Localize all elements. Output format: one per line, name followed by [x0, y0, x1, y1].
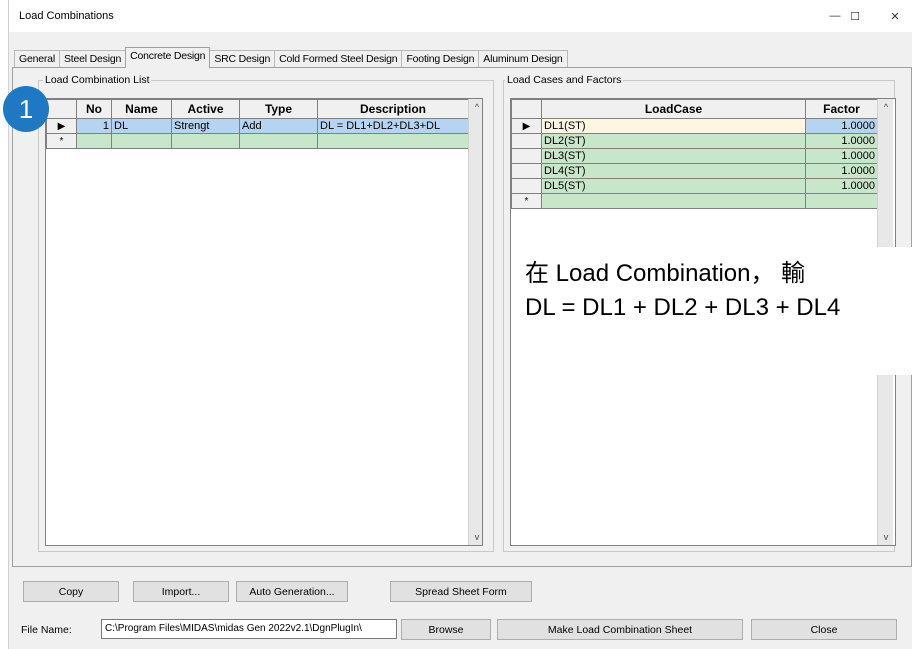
row-marker[interactable] [511, 148, 542, 164]
window-title: Load Combinations [19, 10, 114, 22]
row-marker-icon[interactable]: ▶ [46, 118, 77, 134]
cell-factor[interactable]: 1.0000 [805, 148, 878, 164]
load-cases-group-label: Load Cases and Factors [505, 74, 624, 86]
new-row[interactable]: * [511, 193, 878, 209]
maximize-icon[interactable]: ☐ [835, 4, 875, 28]
instruction-line-1: 在 Load Combination， 輸 [525, 260, 806, 287]
combination-header-row: No Name Active Type Description [46, 99, 469, 119]
combination-table: No Name Active Type Description ▶ 1 DL S… [46, 99, 469, 149]
design-tabs: General Steel Design Concrete Design SRC… [14, 46, 568, 68]
column-header-factor[interactable]: Factor [805, 99, 878, 119]
scroll-up-icon[interactable]: ^ [878, 99, 894, 115]
spread-sheet-form-button[interactable]: Spread Sheet Form [390, 581, 532, 602]
new-row[interactable]: * [46, 133, 469, 149]
cell-active[interactable]: Strengt [171, 118, 240, 134]
cell-no[interactable]: 1 [76, 118, 112, 134]
row-marker[interactable] [511, 178, 542, 194]
load-cases-table: LoadCase Factor ▶ DL1(ST) 1.0000 DL2(ST)… [511, 99, 878, 209]
step-badge: 1 [3, 86, 49, 132]
new-cell-name[interactable] [111, 133, 172, 149]
column-header-active[interactable]: Active [171, 99, 240, 119]
column-header-description[interactable]: Description [317, 99, 469, 119]
combination-grid[interactable]: No Name Active Type Description ▶ 1 DL S… [45, 98, 483, 546]
cell-loadcase[interactable]: DL5(ST) [541, 178, 806, 194]
close-icon[interactable]: ✕ [875, 4, 912, 28]
file-name-input[interactable]: C:\Program Files\MIDAS\midas Gen 2022v2.… [101, 619, 397, 639]
make-load-combination-sheet-button[interactable]: Make Load Combination Sheet [497, 619, 743, 640]
column-header-name[interactable]: Name [111, 99, 172, 119]
file-name-label: File Name: [21, 624, 72, 636]
row-marker[interactable] [511, 133, 542, 149]
column-header-loadcase[interactable]: LoadCase [541, 99, 806, 119]
new-cell-loadcase[interactable] [541, 193, 806, 209]
tab-footing-design[interactable]: Footing Design [401, 50, 480, 68]
cell-loadcase[interactable]: DL3(ST) [541, 148, 806, 164]
table-row[interactable]: DL5(ST) 1.0000 [511, 178, 878, 194]
new-cell-type[interactable] [239, 133, 318, 149]
cell-loadcase[interactable]: DL2(ST) [541, 133, 806, 149]
scroll-down-icon[interactable]: v [878, 529, 894, 545]
combination-scrollbar[interactable]: ^ v [468, 99, 482, 545]
table-row[interactable]: DL4(ST) 1.0000 [511, 163, 878, 179]
scroll-down-icon[interactable]: v [469, 529, 482, 545]
close-button[interactable]: Close [751, 619, 897, 640]
cell-name[interactable]: DL [111, 118, 172, 134]
copy-button[interactable]: Copy [23, 581, 119, 602]
row-header-corner [46, 99, 77, 119]
cell-type[interactable]: Add [239, 118, 318, 134]
cell-description[interactable]: DL = DL1+DL2+DL3+DL [317, 118, 469, 134]
new-cell-factor[interactable] [805, 193, 878, 209]
row-header-corner [511, 99, 542, 119]
cell-factor[interactable]: 1.0000 [805, 133, 878, 149]
new-row-marker-icon[interactable]: * [511, 193, 542, 209]
combination-list-group-label: Load Combination List [43, 74, 152, 86]
row-marker[interactable] [511, 163, 542, 179]
tab-src-design[interactable]: SRC Design [209, 50, 276, 68]
cell-factor[interactable]: 1.0000 [805, 178, 878, 194]
cell-loadcase[interactable]: DL1(ST) [541, 118, 806, 134]
table-row[interactable]: DL2(ST) 1.0000 [511, 133, 878, 149]
browse-button[interactable]: Browse [401, 619, 491, 640]
new-cell-no[interactable] [76, 133, 112, 149]
instruction-callout: 在 Load Combination， 輸 DL = DL1 + DL2 + D… [515, 247, 912, 375]
tab-general[interactable]: General [14, 50, 60, 68]
auto-generation-button[interactable]: Auto Generation... [236, 581, 348, 602]
table-row[interactable]: ▶ 1 DL Strengt Add DL = DL1+DL2+DL3+DL [46, 118, 469, 134]
table-row[interactable]: DL3(ST) 1.0000 [511, 148, 878, 164]
tab-aluminum-design[interactable]: Aluminum Design [478, 50, 568, 68]
cell-factor[interactable]: 1.0000 [805, 163, 878, 179]
column-header-type[interactable]: Type [239, 99, 318, 119]
import-button[interactable]: Import... [133, 581, 229, 602]
tab-concrete-design[interactable]: Concrete Design [125, 47, 211, 68]
column-header-no[interactable]: No [76, 99, 112, 119]
scroll-up-icon[interactable]: ^ [469, 99, 482, 115]
instruction-line-2: DL = DL1 + DL2 + DL3 + DL4 [525, 294, 841, 321]
tab-cold-formed-steel-design[interactable]: Cold Formed Steel Design [274, 50, 403, 68]
table-row[interactable]: ▶ DL1(ST) 1.0000 [511, 118, 878, 134]
new-cell-active[interactable] [171, 133, 240, 149]
title-bar[interactable]: Load Combinations — ☐ ✕ [9, 0, 912, 32]
cell-loadcase[interactable]: DL4(ST) [541, 163, 806, 179]
row-marker-icon[interactable]: ▶ [511, 118, 542, 134]
load-cases-header-row: LoadCase Factor [511, 99, 878, 119]
tab-steel-design[interactable]: Steel Design [58, 50, 127, 68]
new-row-marker-icon[interactable]: * [46, 133, 77, 149]
new-cell-description[interactable] [317, 133, 469, 149]
cell-factor[interactable]: 1.0000 [805, 118, 878, 134]
